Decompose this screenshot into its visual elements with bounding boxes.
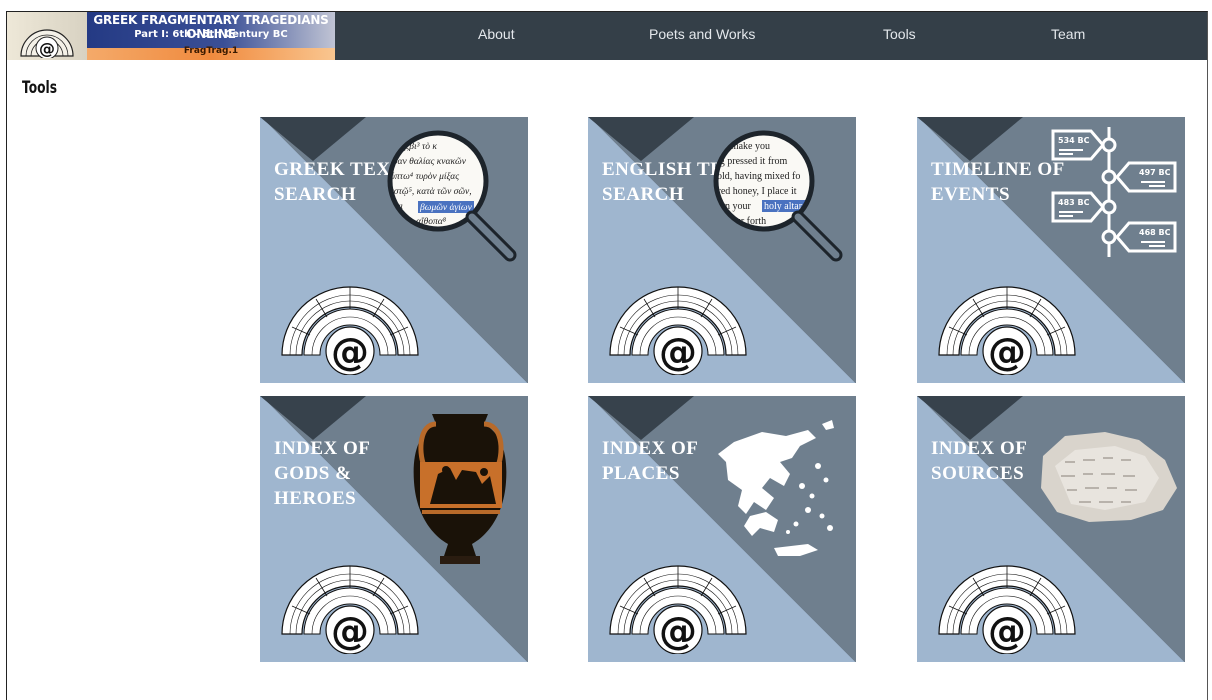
theatre-at-emblem-icon: @: [938, 286, 1076, 375]
lens-line: κύπτω⁴ τυρὸν μίξας: [386, 171, 459, 182]
magnifier-icon: , I make you ing pressed it from hold, h…: [710, 130, 843, 262]
tile-corner: [588, 396, 694, 440]
tile-corner: [260, 117, 366, 161]
theatre-at-emblem-icon: @: [938, 565, 1076, 654]
theatre-at-icon: @: [20, 29, 74, 58]
magnifier-icon: κναξζβι³ τὸ κ χισαν θαλίας κνακῶν κύπτω⁴…: [386, 130, 517, 262]
logo-code: FragTrag.1: [183, 46, 239, 56]
inscription-stone-icon: [1041, 432, 1177, 522]
timeline-date: 534 BC: [1058, 136, 1090, 145]
greek-vase-icon: [413, 414, 507, 564]
theatre-at-emblem-icon: @: [281, 565, 419, 654]
site-logo[interactable]: @ GREEK FRAGMENTARY TRAGEDIANS ONLINE Pa…: [7, 12, 335, 60]
timeline-date: 497 BC: [1139, 168, 1171, 177]
lens-line: hold, having mixed fo: [712, 171, 800, 182]
theatre-at-emblem-icon: @: [281, 286, 419, 375]
tile-index-of-gods-heroes[interactable]: INDEX OF GODS & HEROES @: [260, 396, 528, 662]
timeline-date: 468 BC: [1139, 228, 1171, 237]
theatre-at-emblem-icon: @: [609, 286, 747, 375]
tile-timeline-of-events[interactable]: TIMELINE OF EVENTS 534 BC 497 BC 483 BC …: [917, 117, 1185, 383]
svg-text:@: @: [988, 330, 1026, 374]
svg-text:@: @: [331, 609, 369, 653]
svg-text:@: @: [988, 609, 1026, 653]
svg-text:@: @: [659, 609, 697, 653]
top-navbar: @ GREEK FRAGMENTARY TRAGEDIANS ONLINE Pa…: [7, 12, 1207, 60]
nav-about[interactable]: About: [478, 26, 515, 42]
page-title: Tools: [22, 78, 58, 98]
lens-line: ξεστῷ⁵, κατὰ τῶν σῶν,: [386, 186, 472, 197]
tile-greek-text-search[interactable]: GREEK TEXT SEARCH κναξζβι³ τὸ κ χισαν θα…: [260, 117, 528, 383]
svg-text:@: @: [39, 39, 55, 58]
greece-map-icon: [718, 420, 834, 556]
nav-team[interactable]: Team: [1051, 26, 1085, 42]
timeline-date: 483 BC: [1058, 198, 1090, 207]
nav-poets-and-works[interactable]: Poets and Works: [649, 26, 755, 42]
tile-corner: [260, 396, 366, 440]
tile-index-of-sources[interactable]: INDEX OF SOURCES @: [917, 396, 1185, 662]
nav-tools[interactable]: Tools: [883, 26, 916, 42]
tile-corner: [917, 396, 1023, 440]
lens-line: h red honey, I place it: [710, 186, 797, 197]
tile-label: INDEX OF GODS & HEROES: [274, 438, 370, 509]
svg-text:@: @: [659, 330, 697, 374]
tile-index-of-places[interactable]: INDEX OF PLACES @: [588, 396, 856, 662]
tile-corner: [917, 117, 1023, 161]
tile-english-text-search[interactable]: ENGLISH TEXT SEARCH , I make you ing pre…: [588, 117, 856, 383]
tile-corner: [588, 117, 694, 161]
lens-highlight: βωμῶν ἁγίων: [419, 203, 473, 213]
svg-text:@: @: [331, 330, 369, 374]
timeline-icon: 534 BC 497 BC 483 BC 468 BC: [1051, 127, 1177, 257]
theatre-at-emblem-icon: @: [609, 565, 747, 654]
logo-subtitle: Part I: 6th - 5th Century BC: [134, 29, 288, 40]
